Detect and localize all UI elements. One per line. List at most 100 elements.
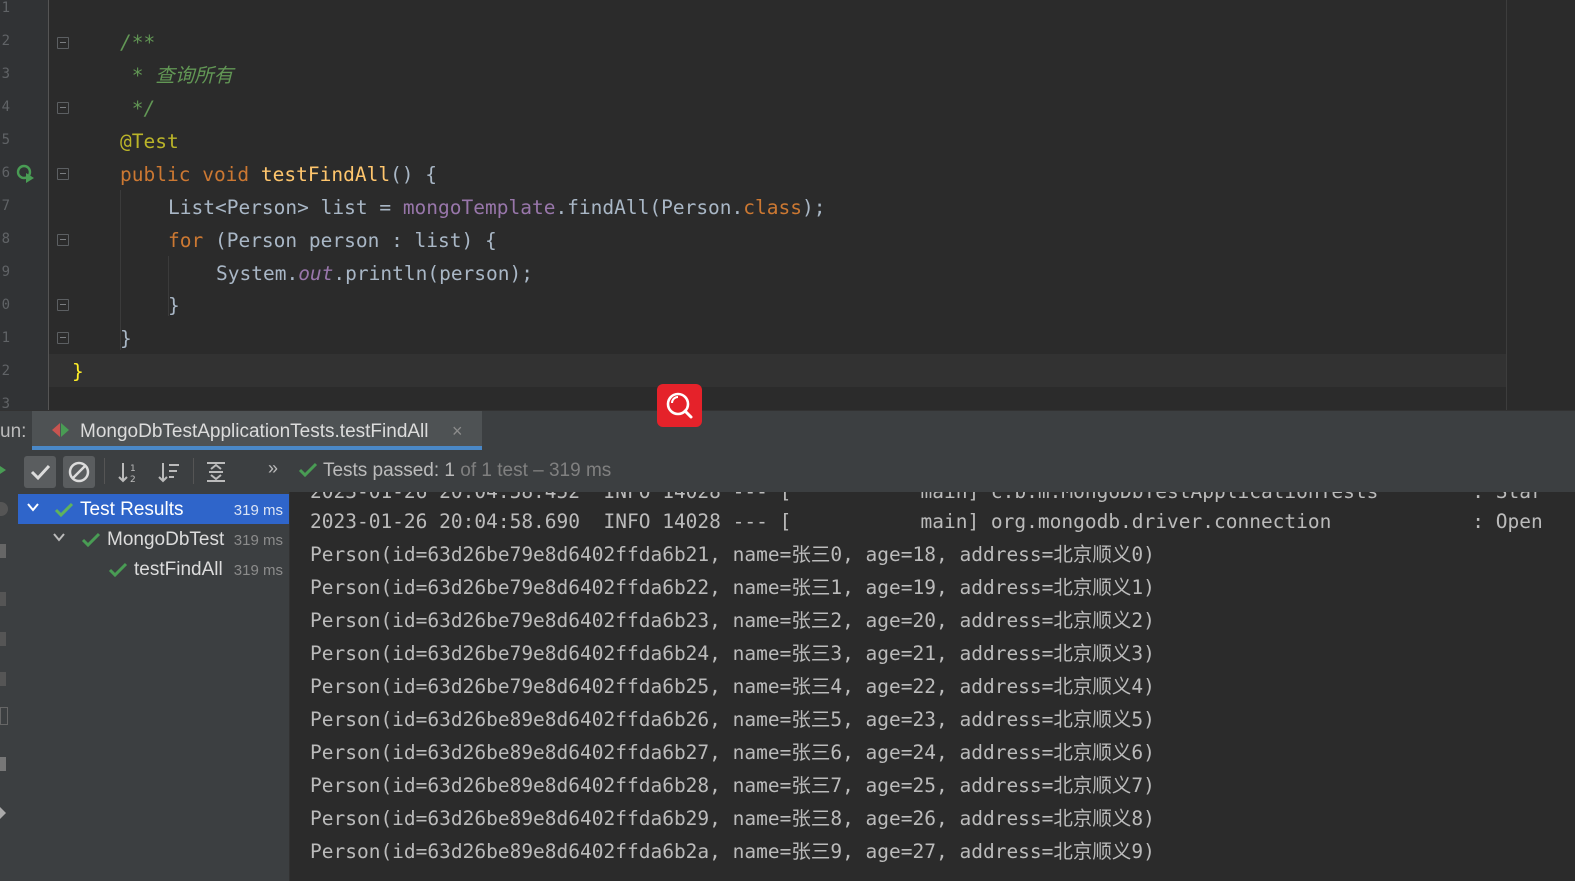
chevron-down-icon[interactable] — [52, 530, 66, 544]
console-line: Person(id=63d26be89e8d6402ffda6b28, name… — [310, 774, 1155, 797]
run-tab-label: MongoDbTestApplicationTests.testFindAll — [80, 421, 429, 442]
fold-icon[interactable] — [57, 332, 69, 344]
sort-duration-button[interactable] — [153, 456, 185, 488]
code-text: .println(person); — [333, 262, 534, 285]
tree-item-label: testFindAll — [134, 559, 223, 580]
code-keyword: void — [202, 163, 250, 186]
rerun-icon[interactable] — [0, 462, 6, 478]
code-keyword: public — [120, 163, 191, 186]
test-runner-toolbar: 1 2 » Tests passed: 1 of 1 test – 319 ms — [0, 450, 1575, 492]
line-number-gutter: 1 2 3 4 5 6 7 8 9 0 1 2 3 — [0, 0, 48, 410]
console-line: Person(id=63d26be89e8d6402ffda6b29, name… — [310, 807, 1155, 830]
tree-item-label: MongoDbTest — [107, 529, 225, 550]
code-text: System. — [216, 262, 299, 285]
gutter-divider — [48, 0, 49, 410]
line-number: 4 — [1, 99, 10, 115]
code-brace: } — [120, 327, 132, 350]
strip-icon[interactable] — [0, 707, 8, 725]
code-text: () { — [390, 163, 438, 186]
fold-icon[interactable] — [57, 37, 69, 49]
tree-item-duration: 319 ms — [233, 562, 283, 579]
code-method-signature: public void testFindAll() { — [120, 158, 437, 191]
expand-all-icon — [207, 462, 225, 482]
line-number: 0 — [1, 297, 10, 313]
show-ignored-icon — [68, 461, 90, 483]
code-method-name: testFindAll — [260, 163, 391, 186]
run-test-gutter-icon[interactable] — [16, 164, 36, 184]
show-passed-button[interactable] — [24, 456, 56, 488]
line-number: 2 — [1, 33, 10, 49]
fold-icon[interactable] — [57, 102, 69, 114]
console-line: Person(id=63d26be79e8d6402ffda6b25, name… — [310, 675, 1155, 698]
code-brace-highlighted: } — [72, 360, 84, 383]
sort-duration-icon — [158, 463, 179, 483]
line-number: 7 — [1, 198, 10, 214]
show-ignored-button[interactable] — [63, 456, 95, 488]
console-line: Person(id=63d26be79e8d6402ffda6b24, name… — [310, 642, 1155, 665]
svg-text:1: 1 — [130, 464, 136, 474]
toolbar-separator — [104, 458, 105, 484]
strip-icon[interactable] — [0, 804, 6, 819]
console-line: Person(id=63d26be89e8d6402ffda6b27, name… — [310, 741, 1155, 764]
chevron-down-icon[interactable] — [26, 500, 40, 514]
code-comment: /** — [120, 31, 156, 54]
code-comment: */ — [120, 97, 156, 120]
code-keyword: for — [168, 229, 204, 252]
strip-icon[interactable] — [0, 544, 6, 558]
fold-icon[interactable] — [57, 299, 69, 311]
console-line: Person(id=63d26be89e8d6402ffda6b2a, name… — [310, 840, 1155, 863]
console-line: Person(id=63d26be79e8d6402ffda6b21, name… — [310, 543, 1155, 566]
sort-alpha-icon: 1 2 — [118, 463, 136, 485]
code-field: mongoTemplate — [402, 196, 556, 219]
line-number: 9 — [1, 264, 10, 280]
code-comment: * 查询所有 — [120, 64, 234, 87]
strip-icon[interactable] — [0, 592, 6, 606]
tree-item-test-class[interactable]: MongoDbTest 319 ms — [18, 524, 289, 554]
show-passed-icon — [30, 464, 51, 481]
more-icon[interactable]: » — [268, 458, 278, 479]
expand-all-button[interactable] — [200, 456, 232, 488]
tool-window-strip — [0, 492, 19, 881]
tree-item-duration: 319 ms — [233, 502, 283, 519]
tree-item-duration: 319 ms — [233, 532, 283, 549]
console-output[interactable]: 2023-01-26 20:04:58.452 INFO 14028 --- [… — [289, 492, 1575, 881]
check-icon — [54, 502, 74, 518]
code-editor[interactable]: 1 2 3 4 5 6 7 8 9 0 1 2 3 /** * 查询所有 */ … — [0, 0, 1575, 410]
svg-text:2: 2 — [130, 475, 136, 485]
console-line: Person(id=63d26be89e8d6402ffda6b26, name… — [310, 708, 1155, 731]
strip-icon[interactable] — [0, 502, 8, 516]
console-line: Person(id=63d26be79e8d6402ffda6b23, name… — [310, 609, 1155, 632]
strip-icon[interactable] — [0, 632, 6, 646]
line-number: 8 — [1, 231, 10, 247]
search-button[interactable] — [657, 384, 702, 427]
code-keyword: class — [743, 196, 802, 219]
close-icon[interactable]: × — [452, 421, 463, 442]
sort-alpha-button[interactable]: 1 2 — [113, 456, 145, 488]
search-icon — [666, 392, 693, 419]
fold-icon[interactable] — [57, 168, 69, 180]
line-number: 2 — [1, 363, 10, 379]
test-tree: Test Results 319 ms MongoDbTest 319 ms t… — [18, 492, 289, 881]
check-icon — [81, 532, 101, 548]
code-text: (Person person : list) { — [203, 229, 497, 252]
console-line: Person(id=63d26be79e8d6402ffda6b22, name… — [310, 576, 1155, 599]
code-text: ); — [801, 196, 826, 219]
code-line: for (Person person : list) { — [168, 224, 497, 257]
strip-icon[interactable] — [0, 757, 6, 771]
strip-icon[interactable] — [0, 672, 6, 686]
line-number: 5 — [1, 132, 10, 148]
tree-item-test-results[interactable]: Test Results 319 ms — [18, 494, 289, 524]
line-number: 3 — [1, 396, 10, 410]
code-static-field: out — [298, 262, 334, 285]
tree-item-label: Test Results — [80, 499, 184, 520]
console-line: 2023-01-26 20:04:58.690 INFO 14028 --- [… — [310, 510, 1543, 533]
line-number: 1 — [1, 330, 10, 346]
fold-icon[interactable] — [57, 234, 69, 246]
right-margin-guide — [1506, 0, 1507, 410]
code-line: List<Person> list = mongoTemplate.findAl… — [168, 191, 825, 224]
line-number: 6 — [1, 165, 10, 181]
tree-item-test-method[interactable]: testFindAll 319 ms — [18, 554, 289, 584]
code-annotation: @Test — [120, 130, 179, 153]
current-line-highlight — [49, 354, 1506, 387]
test-status: Tests passed: 1 of 1 test – 319 ms — [298, 460, 611, 482]
